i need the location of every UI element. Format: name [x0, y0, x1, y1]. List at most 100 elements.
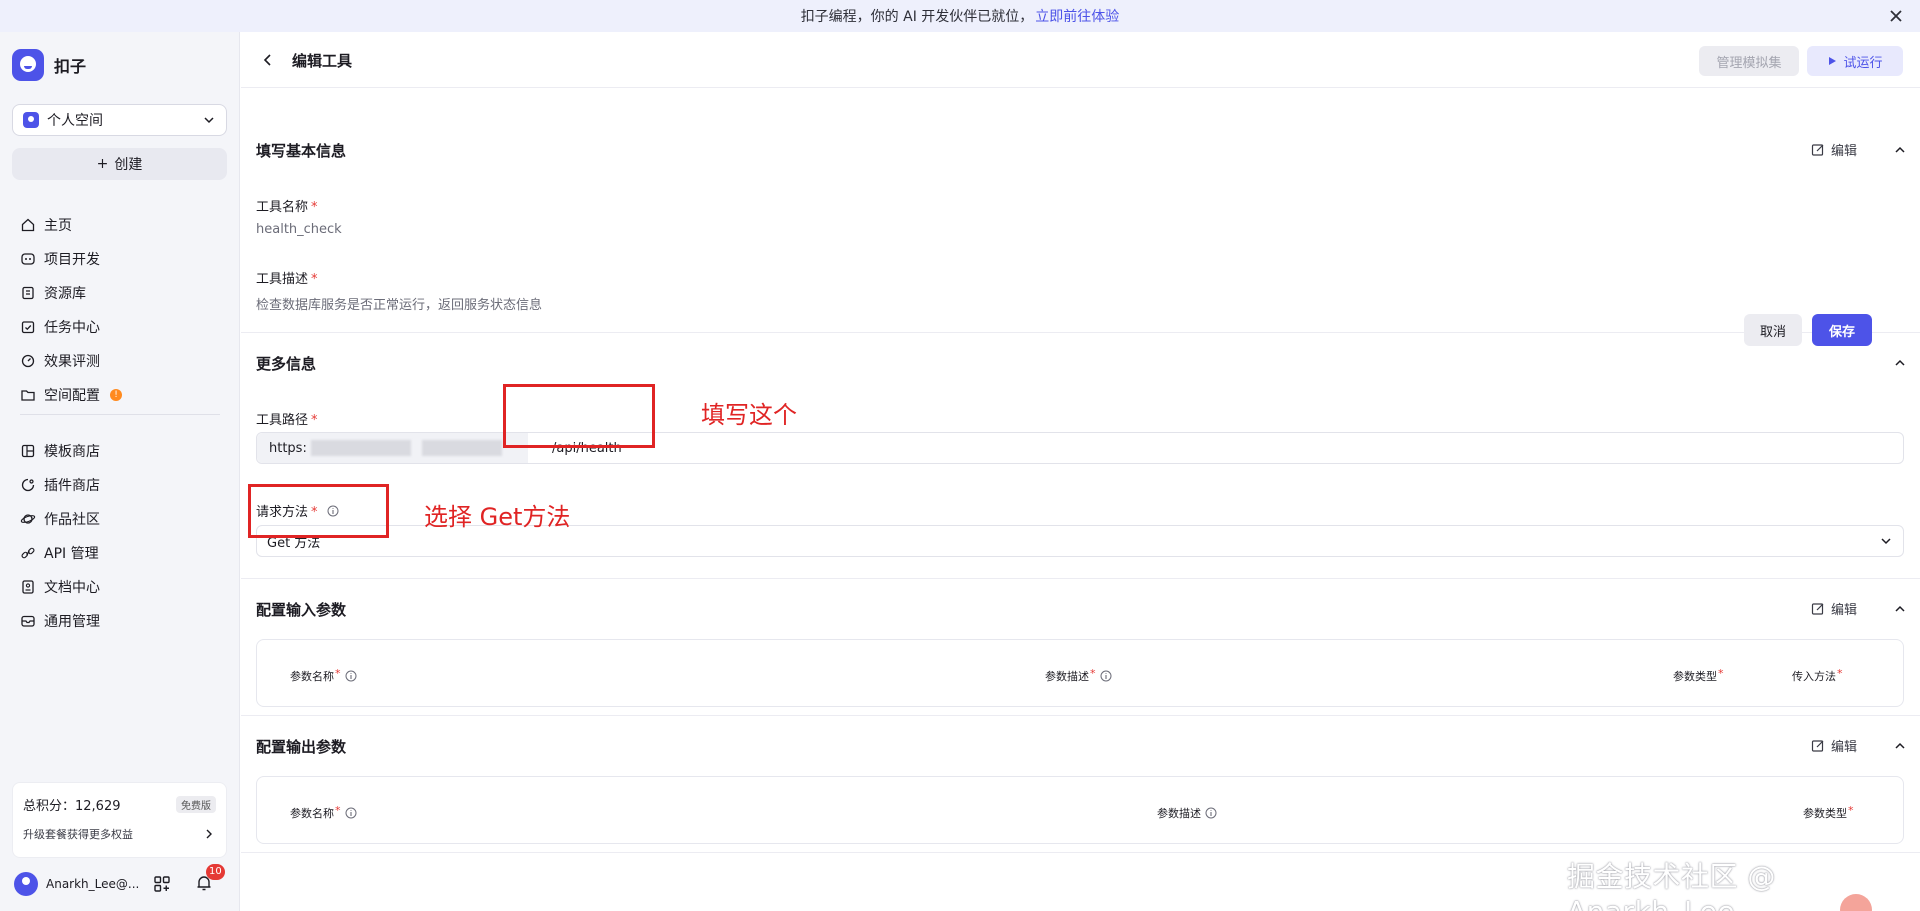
section-title: 配置输入参数: [256, 601, 347, 619]
edit-button[interactable]: 编辑: [1811, 599, 1857, 618]
sidebar-item-label: 插件商店: [44, 478, 100, 494]
edit-icon: [1811, 739, 1824, 752]
sidebar-item-docs[interactable]: 文档中心: [12, 570, 227, 604]
sidebar-item-label: 空间配置: [44, 388, 100, 404]
space-name: 个人空间: [47, 113, 103, 129]
chevron-up-icon[interactable]: [1893, 143, 1907, 157]
edit-icon: [1811, 602, 1824, 615]
chevron-up-icon[interactable]: [1893, 739, 1907, 753]
output-params-table: 参数名称 * 参数描述 参数类型 *: [256, 776, 1904, 844]
sidebar-item-community[interactable]: 作品社区: [12, 502, 227, 536]
page-title: 编辑工具: [292, 52, 353, 70]
community-icon: [20, 514, 36, 524]
sidebar-item-library[interactable]: 资源库: [12, 276, 227, 310]
info-icon[interactable]: [345, 807, 357, 819]
info-icon[interactable]: [345, 670, 357, 682]
edit-label: 编辑: [1831, 603, 1858, 618]
sidebar-item-label: 文档中心: [44, 580, 100, 596]
manage-mock-set-button[interactable]: 管理模拟集: [1699, 46, 1799, 76]
home-icon: [21, 218, 35, 232]
sidebar-item-project[interactable]: 项目开发: [12, 242, 227, 276]
username[interactable]: Anarkh_Lee@...: [46, 877, 144, 891]
section-title: 更多信息: [256, 355, 317, 373]
sidebar: 扣子 个人空间 + 创建 主页 项目开发 资源库 任务中心 效果评测 空间配置 …: [0, 32, 240, 911]
chevron-up-icon[interactable]: [1893, 356, 1907, 370]
save-button[interactable]: 保存: [1812, 314, 1872, 346]
annotation-box-path: [503, 384, 655, 448]
page-header: 编辑工具 管理模拟集 试运行: [241, 32, 1920, 88]
sidebar-item-label: API 管理: [44, 546, 99, 562]
space-selector[interactable]: 个人空间: [12, 104, 227, 136]
url-scheme: https:: [269, 440, 307, 456]
template-icon: [21, 444, 35, 458]
cancel-button[interactable]: 取消: [1744, 314, 1802, 346]
chevron-up-icon[interactable]: [1893, 602, 1907, 616]
link-icon: [21, 547, 35, 559]
nav-main: 主页 项目开发 资源库 任务中心 效果评测 空间配置 !: [12, 208, 227, 412]
apps-grid-icon[interactable]: [152, 874, 172, 894]
info-icon[interactable]: [1100, 670, 1112, 682]
test-run-label: 试运行: [1843, 55, 1883, 71]
sidebar-item-general[interactable]: 通用管理: [12, 604, 227, 638]
column-header: 参数类型 *: [1803, 804, 1854, 820]
blurred-domain: [311, 440, 411, 456]
library-icon: [22, 286, 34, 300]
notification-count: 10: [206, 863, 225, 880]
sidebar-item-plugin-store[interactable]: 插件商店: [12, 468, 227, 502]
annotation-fill-this: 填写这个: [701, 401, 797, 429]
back-arrow-icon[interactable]: [259, 51, 277, 69]
points-label: 总积分：12,629: [23, 799, 121, 814]
column-header: 参数名称 *: [290, 804, 357, 821]
avatar[interactable]: [14, 872, 38, 896]
edit-button[interactable]: 编辑: [1811, 736, 1857, 755]
sidebar-item-template-store[interactable]: 模板商店: [12, 434, 227, 468]
blurred-domain: [422, 440, 502, 456]
edit-icon: [1811, 143, 1824, 156]
column-header: 参数描述: [1157, 805, 1217, 821]
inbox-icon: [21, 615, 35, 627]
sidebar-item-home[interactable]: 主页: [12, 208, 227, 242]
alert-badge: !: [110, 389, 122, 401]
column-header: 参数描述 *: [1045, 667, 1112, 684]
person-icon: [23, 112, 39, 128]
sidebar-item-task[interactable]: 任务中心: [12, 310, 227, 344]
doc-icon: [22, 580, 34, 594]
info-icon[interactable]: [1205, 807, 1217, 819]
sidebar-item-api[interactable]: API 管理: [12, 536, 227, 570]
folder-config-icon: [21, 390, 35, 401]
sidebar-item-label: 主页: [44, 218, 72, 234]
chevron-right-icon[interactable]: [202, 827, 216, 841]
section-basic-info: 填写基本信息 编辑 工具名称 * health_check 工具描述 * 检查数据库…: [241, 88, 1920, 333]
column-header: 参数名称 *: [290, 667, 357, 684]
plus-icon: +: [96, 156, 109, 172]
url-prefix: https:: [257, 433, 528, 463]
input-params-table: 参数名称 * 参数描述 * 参数类型 * 传入方法 *: [256, 639, 1904, 707]
plugin-icon: [21, 478, 35, 492]
section-output-params: 配置输出参数 编辑 参数名称 * 参数描述 参数类型 *: [241, 716, 1920, 853]
points-card[interactable]: 总积分：12,629 免费版 升级套餐获得更多权益: [12, 782, 227, 858]
close-icon[interactable]: [1886, 6, 1906, 26]
notifications[interactable]: 10: [194, 863, 225, 896]
sidebar-item-space-config[interactable]: 空间配置 !: [12, 378, 227, 412]
test-run-button[interactable]: 试运行: [1807, 46, 1903, 76]
create-button[interactable]: + 创建: [12, 148, 227, 180]
brand[interactable]: 扣子: [12, 49, 86, 81]
user-row: Anarkh_Lee@... 10: [14, 863, 229, 900]
sidebar-item-label: 模板商店: [44, 444, 100, 460]
banner-text: 扣子编程，你的 AI 开发伙伴已就位，: [800, 9, 1034, 25]
banner-link[interactable]: 立即前往体验: [1035, 6, 1119, 26]
edit-button[interactable]: 编辑: [1811, 140, 1857, 159]
sidebar-item-label: 资源库: [44, 286, 86, 302]
task-icon: [21, 321, 35, 334]
plan-badge: 免费版: [176, 796, 216, 813]
tool-desc-value: 检查数据库服务是否正常运行，返回服务状态信息: [256, 298, 543, 313]
upgrade-text[interactable]: 升级套餐获得更多权益: [23, 826, 133, 842]
play-icon: [1829, 57, 1837, 65]
sidebar-item-label: 作品社区: [44, 512, 100, 528]
tool-name-label: 工具名称 *: [256, 200, 318, 215]
create-label: 创建: [114, 157, 143, 173]
sidebar-item-evaluation[interactable]: 效果评测: [12, 344, 227, 378]
edit-label: 编辑: [1831, 740, 1858, 755]
chevron-down-icon: [204, 117, 214, 124]
tool-path-label: 工具路径 *: [256, 413, 318, 428]
